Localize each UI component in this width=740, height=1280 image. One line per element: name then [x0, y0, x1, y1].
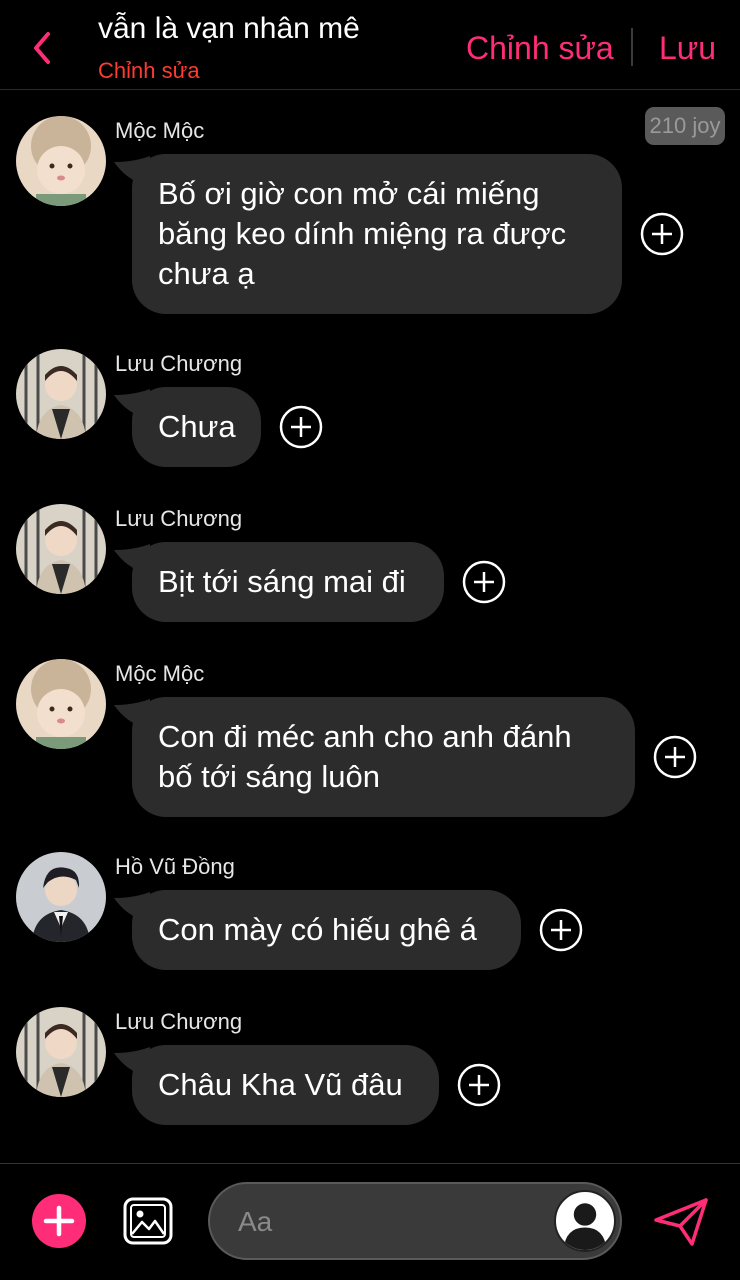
chevron-left-icon[interactable]: [26, 28, 62, 68]
send-icon[interactable]: [652, 1196, 710, 1248]
chat-subtitle[interactable]: Chỉnh sửa: [98, 58, 200, 84]
plus-circle-icon[interactable]: [462, 560, 506, 604]
message-bubble[interactable]: Chưa: [132, 387, 261, 467]
plus-circle-icon[interactable]: [539, 908, 583, 952]
boy-avatar[interactable]: [16, 504, 106, 594]
header-divider: [631, 28, 633, 66]
edit-button[interactable]: Chỉnh sửa: [466, 30, 614, 67]
plus-circle-icon[interactable]: [653, 735, 697, 779]
sender-name: Lưu Chương: [115, 506, 243, 531]
man-avatar[interactable]: [16, 852, 106, 942]
sender-name: Lưu Chương: [115, 351, 243, 376]
plus-circle-icon[interactable]: [457, 1063, 501, 1107]
baby-avatar[interactable]: [16, 116, 106, 206]
sender-name: Mộc Mộc: [115, 661, 205, 686]
user-silhouette-icon[interactable]: [554, 1190, 616, 1252]
baby-avatar[interactable]: [16, 659, 106, 749]
message-bubble[interactable]: Con đi méc anh cho anh đánh bố tới sáng …: [132, 697, 635, 817]
plus-icon: [43, 1205, 75, 1237]
image-icon[interactable]: [122, 1196, 174, 1246]
message-input[interactable]: [238, 1202, 538, 1242]
message-input-box: [208, 1182, 622, 1260]
message-bubble[interactable]: Châu Kha Vũ đâu: [132, 1045, 439, 1125]
sender-name: Lưu Chương: [115, 1009, 243, 1034]
joy-badge: 210 joy: [645, 107, 725, 145]
add-button[interactable]: [32, 1194, 86, 1248]
sender-name: Hồ Vũ Đồng: [115, 854, 235, 879]
message-bubble[interactable]: Bịt tới sáng mai đi: [132, 542, 444, 622]
save-button[interactable]: Lưu: [659, 30, 716, 67]
composer-divider: [0, 1163, 740, 1164]
chat-title: vẫn là vạn nhân mê: [98, 12, 360, 45]
message-bubble[interactable]: Con mày có hiếu ghê á: [132, 890, 521, 970]
header-bar: vẫn là vạn nhân mê Chỉnh sửa Chỉnh sửa L…: [0, 0, 740, 90]
sender-name: Mộc Mộc: [115, 118, 205, 143]
plus-circle-icon[interactable]: [279, 405, 323, 449]
message-bubble[interactable]: Bố ơi giờ con mở cái miếng băng keo dính…: [132, 154, 622, 314]
boy-avatar[interactable]: [16, 1007, 106, 1097]
boy-avatar[interactable]: [16, 349, 106, 439]
plus-circle-icon[interactable]: [640, 212, 684, 256]
